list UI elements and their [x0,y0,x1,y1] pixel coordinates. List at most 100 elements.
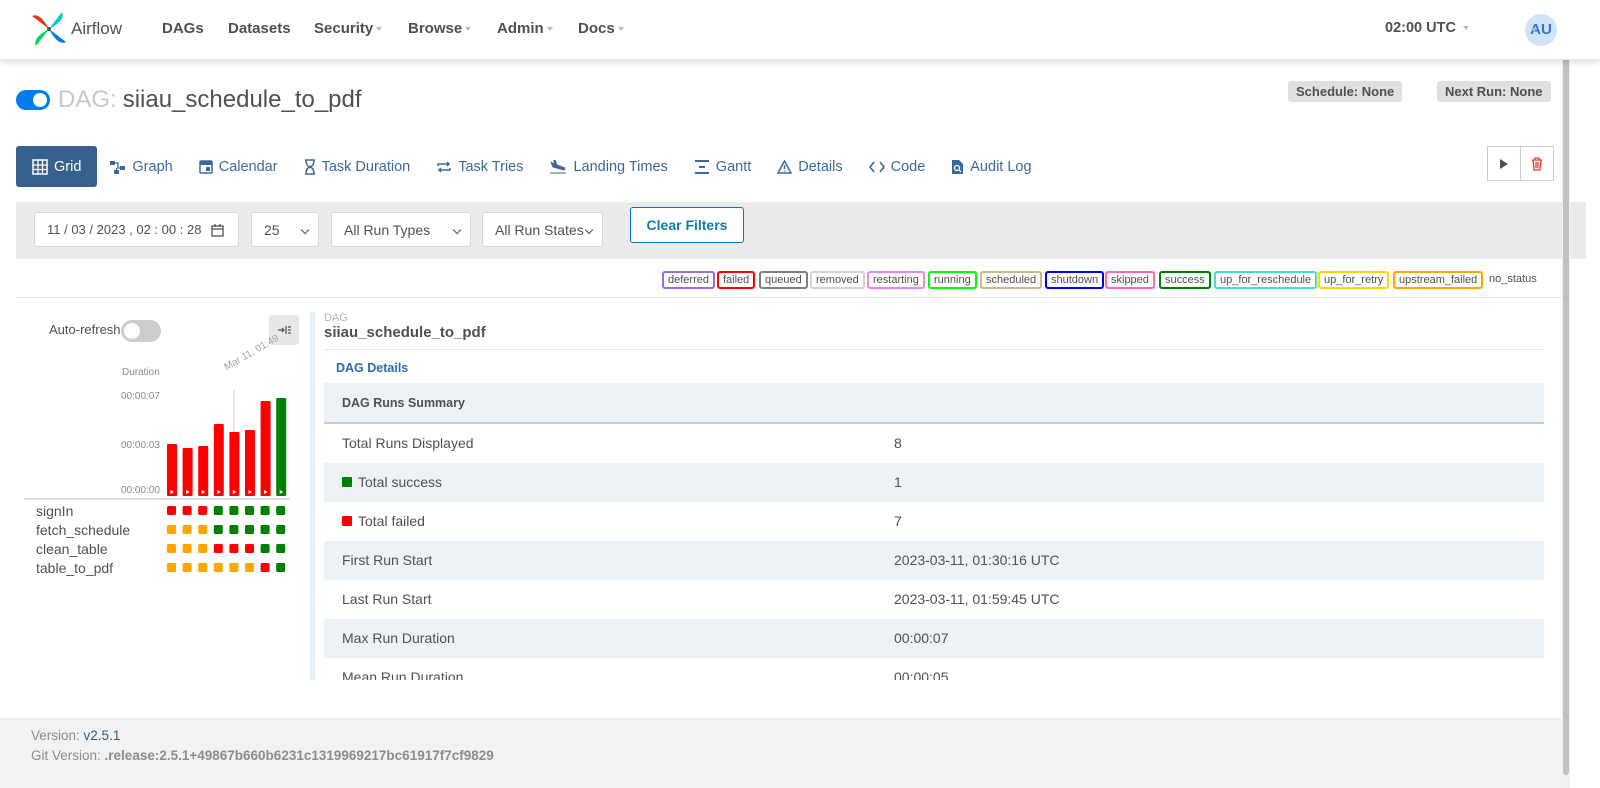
legend-no-status[interactable]: no_status [1489,273,1537,285]
row-key: Total failed [342,513,425,529]
tab-label: Details [798,158,843,175]
task-name-table-to-pdf[interactable]: table_to_pdf [36,560,113,576]
legend-upstream-failed[interactable]: upstream_failed [1393,271,1484,289]
task-instance-square[interactable] [245,525,254,534]
run-state-select[interactable]: All Run States [482,212,603,247]
legend-restarting[interactable]: restarting [867,271,925,289]
run-duration-bar[interactable] [229,432,240,496]
task-instance-square[interactable] [245,506,254,515]
user-avatar[interactable]: AU [1525,14,1557,46]
task-instance-square[interactable] [167,544,176,553]
task-instance-square[interactable] [213,506,223,515]
tab-task-tries[interactable]: Task Tries [423,146,536,187]
nav-dags[interactable]: DAGs [162,20,204,37]
task-instance-square[interactable] [198,563,208,572]
task-instance-square[interactable] [182,525,192,534]
task-instance-square[interactable] [260,544,270,553]
legend-up-for-retry[interactable]: up_for_retry [1318,271,1390,289]
tab-landing-times[interactable]: Landing Times [536,146,680,187]
schedule-badge: Schedule: None [1288,81,1403,102]
task-instance-square[interactable] [229,506,239,515]
task-name-signin[interactable]: signIn [36,503,73,519]
row-value: 00:00:07 [894,630,949,646]
tab-task-duration[interactable]: Task Duration [291,146,424,187]
task-instance-square[interactable] [167,506,176,515]
nav-datasets[interactable]: Datasets [228,20,291,37]
nav-security[interactable]: Security [314,20,383,37]
legend-skipped[interactable]: skipped [1105,271,1155,289]
trigger-dag-button[interactable] [1487,146,1521,181]
legend-shutdown[interactable]: shutdown [1045,271,1105,289]
task-name-fetch-schedule[interactable]: fetch_schedule [36,522,130,538]
airflow-logo[interactable]: Airflow [30,9,122,49]
table-row: Total success 1 [324,463,1544,502]
time-label: 02:00 UTC [1385,20,1456,36]
run-duration-bar[interactable] [167,444,177,496]
git-version-value: .release:2.5.1+49867b660b6231c1319969217… [104,748,494,763]
task-instance-square[interactable] [229,544,239,553]
legend-failed[interactable]: failed [717,271,756,289]
task-instance-square[interactable] [213,544,223,553]
dag-details-link[interactable]: DAG Details [336,361,408,375]
run-duration-bar[interactable] [260,401,271,496]
run-duration-bar[interactable] [182,448,193,496]
legend-success[interactable]: success [1159,271,1211,289]
legend-deferred[interactable]: deferred [662,271,715,289]
footer: Version: v2.5.1 Git Version: .release:2.… [0,718,1562,788]
task-instance-square[interactable] [182,544,192,553]
task-instance-square[interactable] [229,563,239,572]
task-instance-square[interactable] [276,506,286,515]
tab-audit-log[interactable]: Audit Log [938,146,1044,187]
tab-gantt[interactable]: Gantt [681,146,764,187]
task-instance-square[interactable] [213,563,223,572]
legend-queued[interactable]: queued [759,271,808,289]
run-duration-bar[interactable] [245,430,255,496]
task-instance-square[interactable] [198,525,208,534]
run-duration-bar[interactable] [198,446,209,496]
task-instance-square[interactable] [167,563,176,572]
legend-scheduled[interactable]: scheduled [980,271,1043,289]
run-duration-bar[interactable] [213,424,224,496]
git-version-line: Git Version: .release:2.5.1+49867b660b62… [31,748,494,763]
task-instance-square[interactable] [276,525,286,534]
task-instance-square[interactable] [260,563,270,572]
user-caret-down-icon[interactable] [1531,28,1537,32]
task-instance-square[interactable] [276,563,286,572]
delete-dag-button[interactable] [1520,146,1554,181]
document-search-icon [952,159,964,174]
tab-details[interactable]: Details [764,146,855,187]
task-instance-square[interactable] [260,525,270,534]
row-value: 2023-03-11, 01:30:16 UTC [894,552,1060,568]
task-instance-square[interactable] [182,506,192,515]
task-name-clean-table[interactable]: clean_table [36,541,108,557]
legend-removed[interactable]: removed [810,271,865,289]
task-instance-square[interactable] [167,525,176,534]
task-instance-square[interactable] [182,563,192,572]
run-type-select[interactable]: All Run Types [331,212,471,247]
task-instance-square[interactable] [198,544,208,553]
nav-docs[interactable]: Docs [578,20,624,37]
panel-resize-handle[interactable] [310,312,315,680]
version-link[interactable]: v2.5.1 [84,728,121,743]
table-row: Total failed 7 [324,502,1544,541]
task-instance-square[interactable] [198,506,208,515]
nav-browse[interactable]: Browse [408,20,472,37]
task-instance-square[interactable] [260,506,270,515]
clear-filters-button[interactable]: Clear Filters [630,207,744,243]
task-instance-square[interactable] [245,563,254,572]
timezone-dropdown[interactable]: 02:00 UTC [1385,20,1469,36]
task-instance-square[interactable] [276,544,286,553]
task-instance-square[interactable] [229,525,239,534]
tab-code[interactable]: Code [856,146,939,187]
nav-admin[interactable]: Admin [497,20,553,37]
tab-label: Task Tries [458,158,524,175]
task-instance-square[interactable] [245,544,254,553]
trash-icon [1532,156,1542,171]
task-instance-square[interactable] [213,525,223,534]
page-scrollbar-thumb[interactable] [1563,0,1569,775]
run-duration-bar[interactable] [276,398,287,496]
row-value: 1 [894,474,902,490]
legend-running[interactable]: running [928,271,977,289]
legend-up-for-reschedule[interactable]: up_for_reschedule [1214,271,1318,289]
table-row: Total Runs Displayed 8 [324,424,1544,463]
